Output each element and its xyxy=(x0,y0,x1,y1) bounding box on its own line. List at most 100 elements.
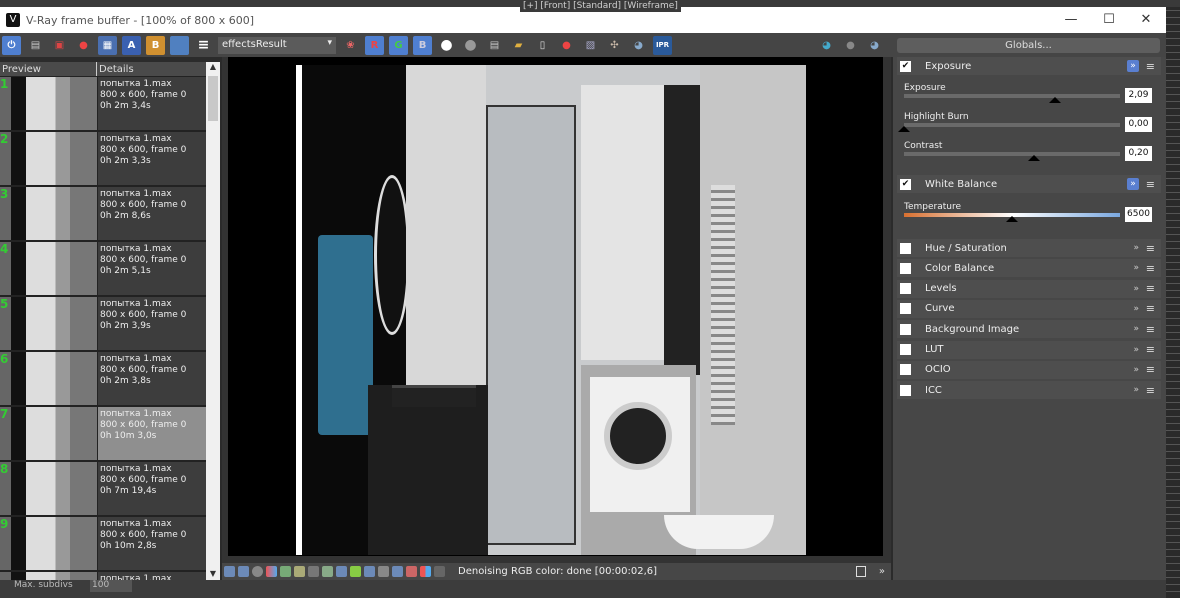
curve-icon[interactable] xyxy=(322,566,333,577)
layer-menu-icon[interactable]: ≡ xyxy=(1146,384,1155,397)
layer-checkbox[interactable] xyxy=(900,344,911,355)
layer-menu-icon[interactable]: ≡ xyxy=(1146,323,1155,336)
layer-checkbox[interactable] xyxy=(900,242,911,254)
blue-channel-button[interactable]: B xyxy=(413,35,432,55)
layer-menu-icon[interactable]: ≡ xyxy=(1146,60,1155,73)
channel-select[interactable]: effectsResult xyxy=(218,36,336,54)
layer-checkbox[interactable] xyxy=(900,283,911,295)
info-icon[interactable] xyxy=(252,566,263,577)
minimize-button[interactable]: — xyxy=(1052,7,1090,33)
preview-thumbnail[interactable] xyxy=(11,297,85,350)
open-folder-icon[interactable]: ▰ xyxy=(509,36,528,55)
history-scrollbar[interactable]: ▲ ▼ xyxy=(206,62,220,580)
preview-thumbnail[interactable] xyxy=(11,517,85,570)
collapse-icon[interactable]: » xyxy=(1127,60,1139,72)
exposure-checkbox[interactable]: ✔ xyxy=(900,60,911,72)
history-toggle-icon[interactable]: ⏻ xyxy=(2,35,21,55)
exposure-slider[interactable] xyxy=(904,94,1120,103)
icc-icon[interactable] xyxy=(392,566,403,577)
render-teapot-icon[interactable]: ◕ xyxy=(817,36,836,55)
clipboard-icon[interactable]: ▯ xyxy=(533,36,552,55)
histogram-icon[interactable] xyxy=(308,566,319,577)
globals-button[interactable]: Globals... xyxy=(897,38,1160,53)
layer-checkbox[interactable] xyxy=(900,262,911,274)
layer-menu-icon[interactable]: ≡ xyxy=(1146,178,1155,191)
contrast-value[interactable]: 0,20 xyxy=(1125,146,1152,161)
contrast-slider[interactable] xyxy=(904,152,1120,161)
levels-icon[interactable] xyxy=(294,566,305,577)
history-item[interactable]: 5 попытка 1.max 800 x 600, frame 0 0h 2m 3,… xyxy=(0,297,206,352)
scroll-up-icon[interactable]: ▲ xyxy=(206,62,220,71)
mono-icon[interactable]: ● xyxy=(461,36,480,55)
ocio-icon[interactable] xyxy=(378,566,389,577)
expand-icon[interactable]: » xyxy=(1133,284,1139,294)
slider-knob[interactable] xyxy=(1027,155,1040,161)
layer-icc[interactable]: ICC » ≡ xyxy=(897,381,1161,400)
stamp-icon[interactable] xyxy=(224,566,235,577)
set-b-button[interactable]: B xyxy=(146,35,165,55)
highlight-burn-slider[interactable] xyxy=(898,123,1120,132)
hsl-icon[interactable] xyxy=(280,566,291,577)
history-item[interactable]: 7 попытка 1.max 800 x 600, frame 0 0h 10m 3… xyxy=(0,407,206,462)
layer-curve[interactable]: Curve » ≡ xyxy=(897,299,1161,318)
scrollbar-thumb[interactable] xyxy=(208,76,218,121)
swap-ab-icon[interactable] xyxy=(170,35,189,55)
preview-thumbnail[interactable] xyxy=(11,77,85,130)
red-channel-button[interactable]: R xyxy=(365,35,384,55)
layer-menu-icon[interactable]: ≡ xyxy=(1146,242,1155,255)
close-button[interactable]: ✕ xyxy=(1127,7,1165,33)
split-icon[interactable] xyxy=(420,566,431,577)
exposure-value[interactable]: 2,09 xyxy=(1125,88,1152,103)
color-correction-icon[interactable] xyxy=(266,566,277,577)
collapse-icon[interactable]: » xyxy=(1127,178,1139,190)
layer-checkbox[interactable] xyxy=(900,384,911,396)
history-item[interactable]: 3 попытка 1.max 800 x 600, frame 0 0h 2m 8,… xyxy=(0,187,206,242)
layer-checkbox[interactable] xyxy=(900,323,911,335)
history-item[interactable]: 8 попытка 1.max 800 x 600, frame 0 0h 7m 19… xyxy=(0,462,206,517)
highlight-burn-value[interactable]: 0,00 xyxy=(1125,117,1152,132)
layer-levels[interactable]: Levels » ≡ xyxy=(897,279,1161,298)
preview-thumbnail[interactable] xyxy=(11,242,85,295)
slider-knob[interactable] xyxy=(1006,216,1018,222)
layer-checkbox[interactable] xyxy=(900,364,911,376)
color-channels-icon[interactable]: ❀ xyxy=(341,36,360,55)
rendered-image[interactable] xyxy=(296,65,806,555)
exposure-icon[interactable] xyxy=(336,566,347,577)
max-subdivs-input[interactable]: 100 xyxy=(90,580,132,592)
temperature-slider[interactable] xyxy=(904,213,1120,222)
layer-checkbox[interactable] xyxy=(900,303,911,315)
save-icon[interactable]: ▤ xyxy=(26,36,45,55)
history-item[interactable]: 6 попытка 1.max 800 x 600, frame 0 0h 2m 3,… xyxy=(0,352,206,407)
set-a-button[interactable]: A xyxy=(122,35,141,55)
alpha-icon[interactable]: ● xyxy=(437,36,456,55)
track-mouse-icon[interactable]: ✣ xyxy=(605,36,624,55)
preview-thumbnail[interactable] xyxy=(11,572,85,580)
layer-menu-icon[interactable]: ≡ xyxy=(1146,363,1155,376)
expand-icon[interactable]: » xyxy=(1133,324,1139,334)
lens-effects-icon[interactable] xyxy=(238,566,249,577)
save-image-icon[interactable]: ▤ xyxy=(485,36,504,55)
temperature-value[interactable]: 6500 xyxy=(1125,207,1152,222)
background-icon[interactable] xyxy=(350,566,361,577)
clear-image-icon[interactable]: ● xyxy=(557,36,576,55)
column-preview[interactable]: Preview xyxy=(0,62,97,76)
layer-background-image[interactable]: Background Image » ≡ xyxy=(897,320,1161,339)
layer-color-balance[interactable]: Color Balance » ≡ xyxy=(897,259,1161,278)
panel-toggle-icon[interactable] xyxy=(855,566,866,577)
preview-thumbnail[interactable] xyxy=(11,462,85,515)
menu-icon[interactable]: ≡ xyxy=(194,36,213,55)
preview-thumbnail[interactable] xyxy=(11,407,85,460)
layer-ocio[interactable]: OCIO » ≡ xyxy=(897,360,1161,379)
pixel-info-icon[interactable] xyxy=(434,566,445,577)
region-icon[interactable]: ▧ xyxy=(581,36,600,55)
scroll-down-icon[interactable]: ▼ xyxy=(206,569,220,578)
layer-menu-icon[interactable]: ≡ xyxy=(1146,343,1155,356)
history-item[interactable]: 1 попытка 1.max 800 x 600, frame 0 0h 2m 3,… xyxy=(0,77,206,132)
clear-icon[interactable]: ● xyxy=(74,36,93,55)
history-item[interactable]: 4 попытка 1.max 800 x 600, frame 0 0h 2m 5,… xyxy=(0,242,206,297)
layer-white-balance[interactable]: ✔ White Balance » ≡ xyxy=(897,175,1161,193)
maximize-button[interactable]: ☐ xyxy=(1090,7,1128,33)
viewport-label[interactable]: [+] [Front] [Standard] [Wireframe] xyxy=(520,0,681,12)
expand-icon[interactable]: » xyxy=(1133,365,1139,375)
expand-icon[interactable]: » xyxy=(1133,385,1139,395)
